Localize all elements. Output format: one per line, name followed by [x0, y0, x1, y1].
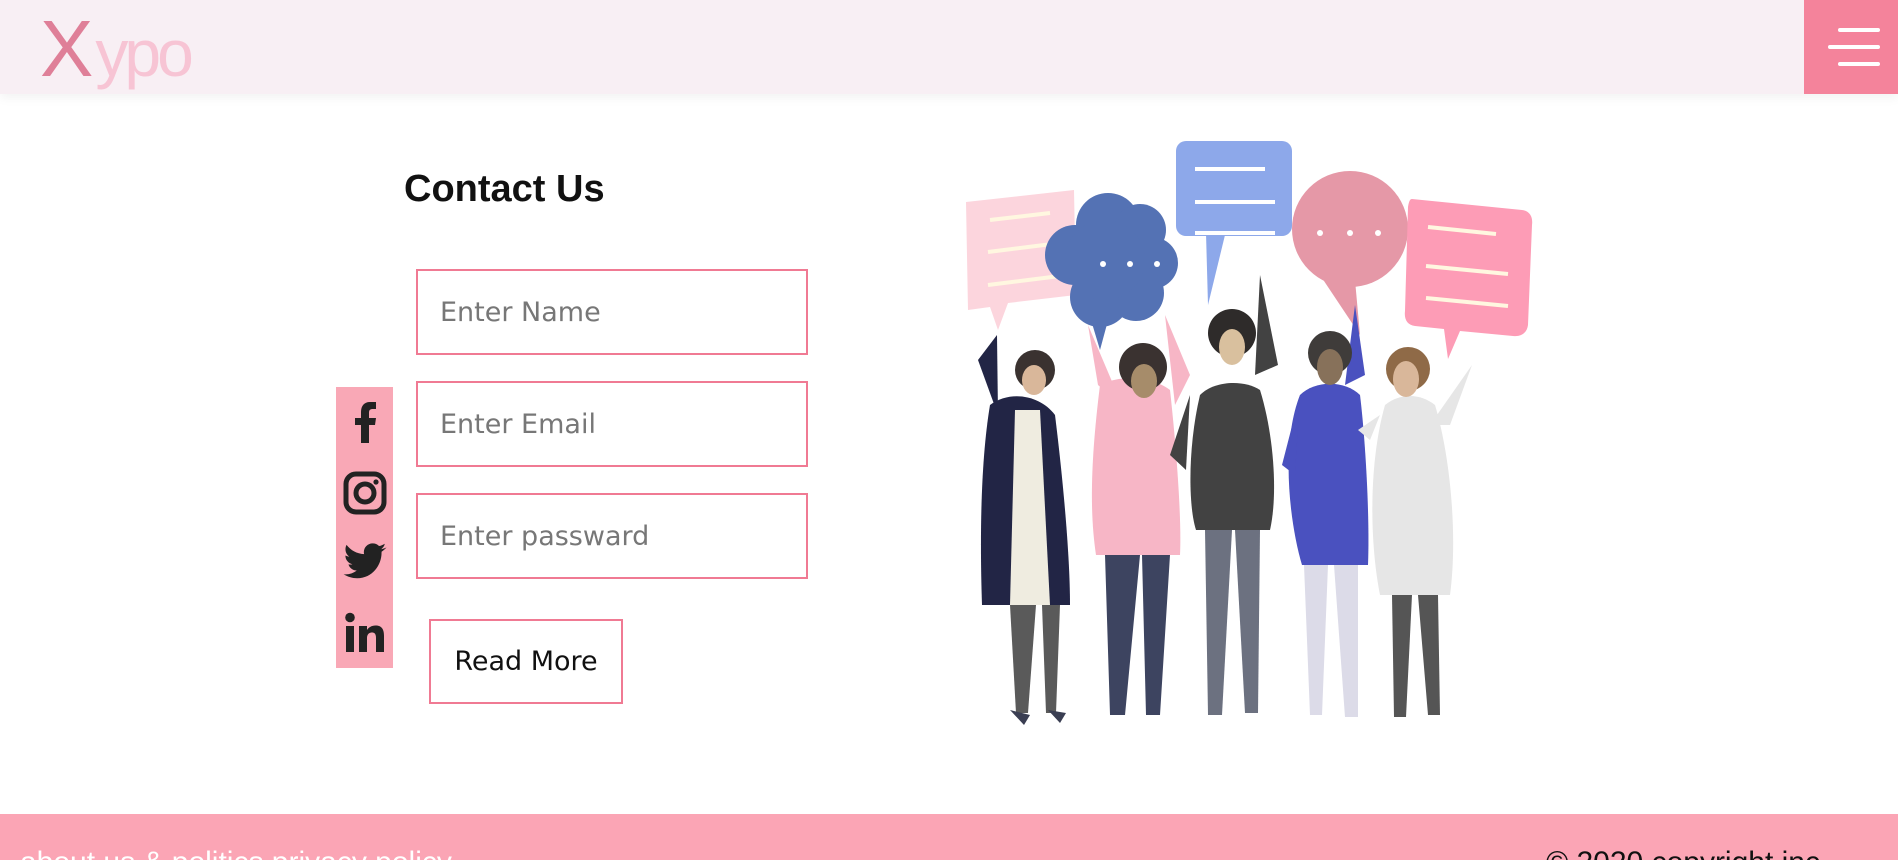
hamburger-menu-icon-line — [1828, 45, 1880, 49]
facebook-icon — [354, 402, 376, 443]
page-title: Contact Us — [404, 168, 605, 210]
speech-bubble-icon — [1292, 171, 1408, 335]
read-more-button[interactable]: Read More — [429, 619, 623, 704]
person-figure — [1088, 315, 1190, 715]
logo-letter-x: X — [40, 4, 93, 93]
copyright-text: © 2020 copyright inc — [1546, 846, 1820, 860]
password-field[interactable] — [416, 493, 808, 579]
instagram-link[interactable] — [336, 464, 393, 522]
twitter-icon — [343, 543, 387, 579]
facebook-link[interactable] — [336, 393, 393, 451]
brand-logo[interactable]: X ypo — [40, 4, 194, 94]
person-figure — [1170, 275, 1278, 715]
speech-bubble-icon — [1404, 199, 1533, 359]
hamburger-menu-icon — [1838, 28, 1880, 32]
logo-wordmark: ypo — [95, 16, 193, 90]
linkedin-icon — [344, 612, 384, 652]
site-footer: about us & politics privacy policy © 202… — [0, 814, 1898, 860]
email-field[interactable] — [416, 381, 808, 467]
speech-bubble-icon — [1176, 141, 1292, 305]
name-field[interactable] — [416, 269, 808, 355]
person-figure — [1358, 347, 1472, 717]
social-links-bar — [336, 387, 393, 668]
top-header: X ypo — [0, 0, 1898, 94]
instagram-icon — [343, 471, 386, 515]
people-with-speech-bubbles-illustration — [966, 141, 1533, 725]
person-figure — [978, 335, 1070, 725]
footer-links[interactable]: about us & politics privacy policy — [20, 846, 452, 860]
menu-button[interactable] — [1804, 0, 1898, 94]
twitter-link[interactable] — [336, 534, 393, 592]
linkedin-link[interactable] — [336, 604, 393, 662]
person-figure — [1282, 305, 1369, 717]
hamburger-menu-icon-line — [1838, 62, 1880, 66]
